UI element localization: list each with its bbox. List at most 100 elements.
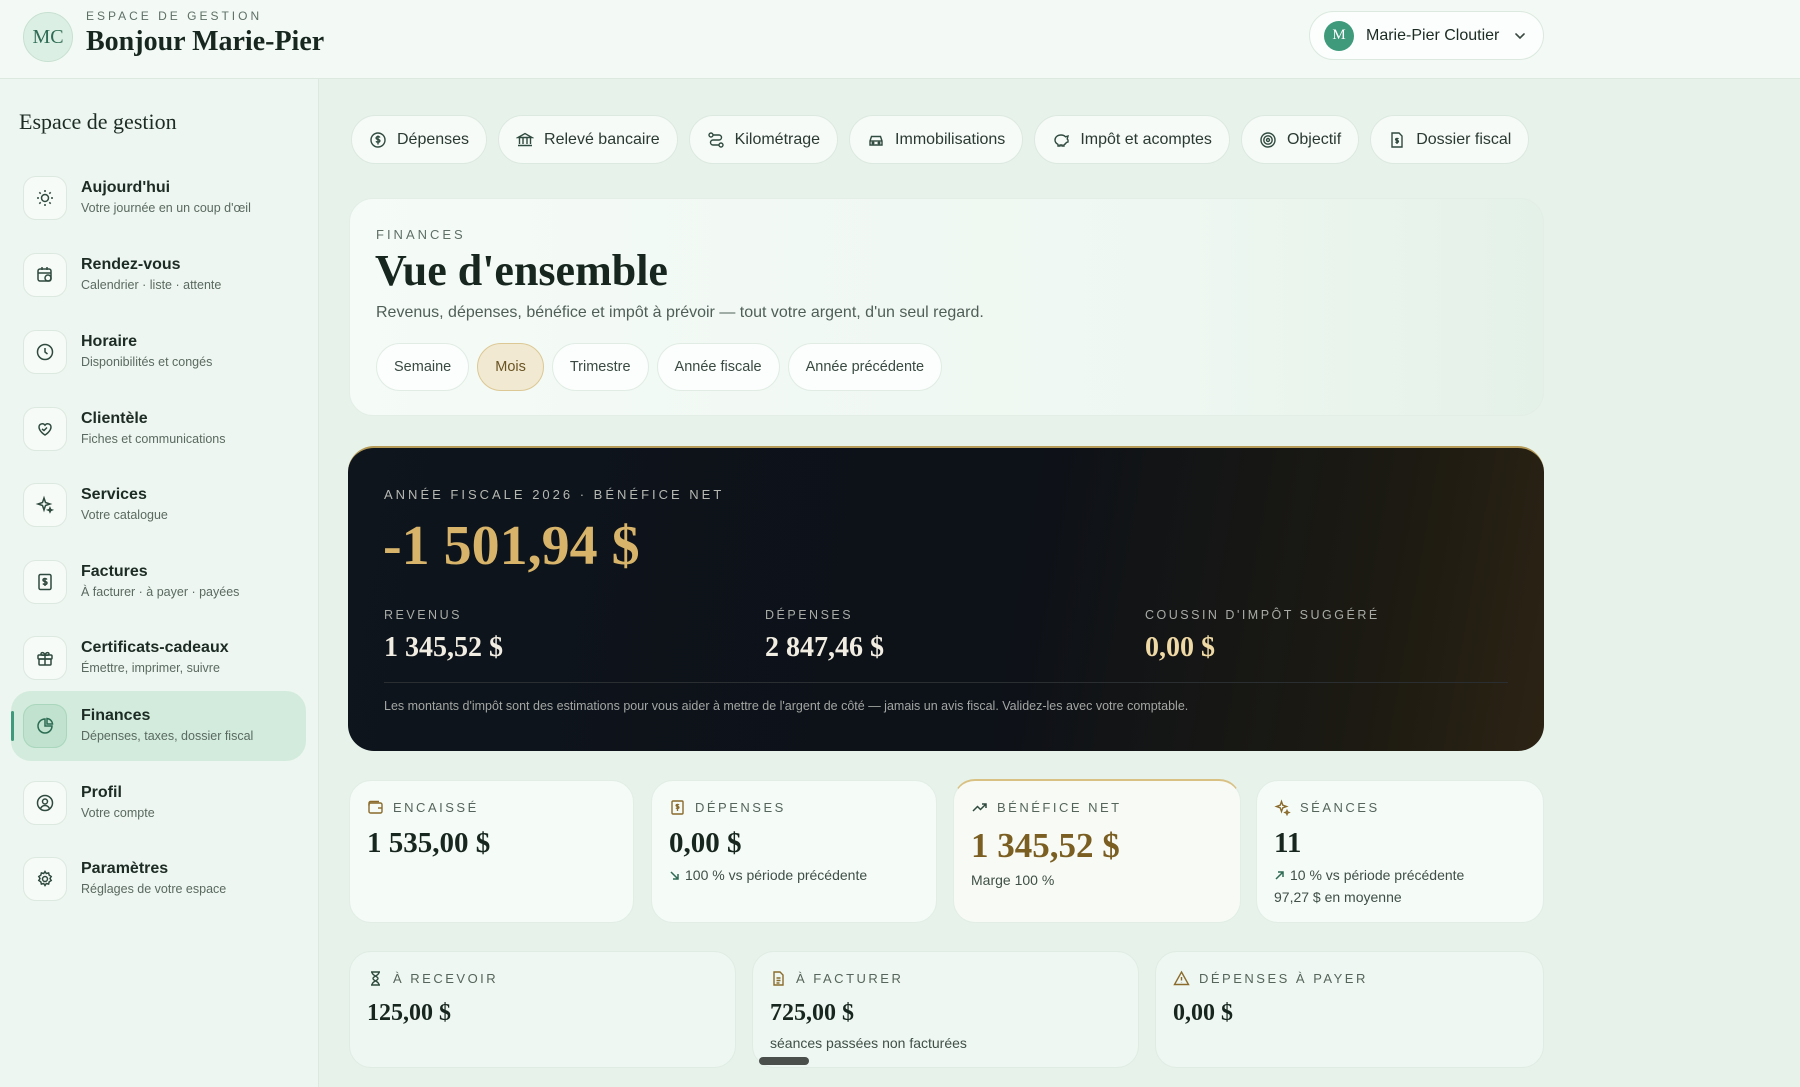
sidebar-item-sublabel: Émettre, imprimer, suivre bbox=[81, 661, 220, 675]
tab-label: Objectif bbox=[1286, 130, 1342, 148]
expenses-label: DÉPENSES bbox=[765, 608, 854, 622]
kpi-value: 1 535,00 $ bbox=[367, 827, 491, 859]
sidebar-item-clients[interactable]: Clientèle Fiches et communications bbox=[11, 394, 306, 464]
period-fiscal-year[interactable]: Année fiscale bbox=[656, 343, 780, 391]
kpi-trend: 100 % vs période précédente bbox=[669, 867, 867, 883]
greeting-title: Bonjour Marie-Pier bbox=[86, 26, 325, 57]
period-quarter[interactable]: Trimestre bbox=[551, 343, 649, 391]
tab-label: Kilométrage bbox=[734, 130, 821, 148]
kpi-header: BÉNÉFICE NET bbox=[971, 799, 1122, 816]
period-previous-year[interactable]: Année précédente bbox=[787, 343, 943, 391]
sidebar-item-invoices[interactable]: Factures À facturer · à payer · payées bbox=[11, 547, 306, 617]
arrow-up-right-icon bbox=[1275, 870, 1284, 880]
tab-fixed-assets[interactable]: Immobilisations bbox=[849, 115, 1024, 164]
tab-tax-installments[interactable]: Impôt et acomptes bbox=[1034, 115, 1230, 164]
kpi-header: DÉPENSES bbox=[669, 799, 786, 816]
tax-cushion-stat: COUSSIN D'IMPÔT SUGGÉRÉ 0,00 $ bbox=[1145, 608, 1380, 664]
target-icon bbox=[1260, 131, 1276, 148]
sidebar-item-today[interactable]: Aujourd'hui Votre journée en un coup d'œ… bbox=[11, 163, 306, 233]
period-week[interactable]: Semaine bbox=[376, 343, 470, 391]
kpi-label: SÉANCES bbox=[1300, 800, 1380, 815]
bank-icon bbox=[516, 132, 535, 146]
brand-avatar: MC bbox=[23, 12, 73, 62]
revenue-value: 1 345,52 $ bbox=[384, 632, 503, 663]
kpi-trend-text: 10 % vs période précédente bbox=[1290, 867, 1465, 883]
tab-label: Relevé bancaire bbox=[544, 130, 660, 148]
sidebar-item-schedule[interactable]: Horaire Disponibilités et congés bbox=[11, 317, 306, 387]
sidebar-item-sublabel: Votre catalogue bbox=[81, 508, 168, 522]
payable-expenses-card: DÉPENSES À PAYER 0,00 $ bbox=[1155, 951, 1544, 1068]
kpi-value: 1 345,52 $ bbox=[971, 826, 1120, 865]
trending-up-icon bbox=[972, 803, 987, 812]
sidebar-title: Espace de gestion bbox=[19, 109, 177, 134]
tab-goal[interactable]: Objectif bbox=[1240, 115, 1360, 164]
net-profit-amount: -1 501,94 $ bbox=[383, 515, 640, 577]
sidebar-item-settings[interactable]: Paramètres Réglages de votre espace bbox=[11, 844, 306, 914]
piggy-bank-icon bbox=[1054, 133, 1070, 147]
sidebar: Espace de gestion Aujourd'hui Votre jour… bbox=[0, 79, 319, 1087]
user-circle-icon bbox=[23, 781, 67, 825]
sidebar-item-profile[interactable]: Profil Votre compte bbox=[11, 768, 306, 838]
chevron-down-icon bbox=[1515, 32, 1526, 39]
expenses-value: 2 847,46 $ bbox=[765, 632, 884, 663]
tab-tax-file[interactable]: Dossier fiscal bbox=[1370, 115, 1530, 164]
tax-cushion-value: 0,00 $ bbox=[1145, 632, 1215, 663]
tab-bank-statement[interactable]: Relevé bancaire bbox=[498, 115, 678, 164]
sidebar-item-sublabel: Dépenses, taxes, dossier fiscal bbox=[81, 729, 254, 743]
invoice-icon bbox=[23, 560, 67, 604]
kpi-collected-card: ENCAISSÉ 1 535,00 $ bbox=[349, 780, 634, 923]
clock-icon bbox=[23, 330, 67, 374]
tab-label: Impôt et acomptes bbox=[1080, 130, 1212, 148]
tab-expenses[interactable]: Dépenses bbox=[351, 115, 488, 164]
file-dollar-icon bbox=[1391, 131, 1403, 148]
sidebar-item-label: Aujourd'hui bbox=[81, 179, 171, 196]
user-menu-button[interactable]: M Marie-Pier Cloutier bbox=[1309, 11, 1544, 60]
kpi-margin: Marge 100 % bbox=[971, 872, 1055, 888]
sidebar-item-services[interactable]: Services Votre catalogue bbox=[11, 470, 306, 540]
sidebar-item-label: Certificats-cadeaux bbox=[81, 639, 229, 656]
sparkles-icon bbox=[1274, 799, 1291, 816]
kpi-label: DÉPENSES bbox=[695, 800, 786, 815]
sidebar-item-label: Services bbox=[81, 486, 147, 503]
receipt-dollar-icon bbox=[671, 800, 684, 815]
card-value: 0,00 $ bbox=[1173, 1000, 1233, 1026]
fiscal-summary-card: ANNÉE FISCALE 2026 · BÉNÉFICE NET -1 501… bbox=[348, 446, 1544, 751]
sun-icon bbox=[23, 176, 67, 220]
page-title: Vue d'ensemble bbox=[375, 246, 668, 295]
kpi-trend-text: 100 % vs période précédente bbox=[685, 867, 868, 883]
sparkles-icon bbox=[23, 483, 67, 527]
period-selector: Semaine Mois Trimestre Année fiscale Ann… bbox=[376, 343, 943, 391]
brand-eyebrow: ESPACE DE GESTION bbox=[86, 9, 263, 23]
sidebar-item-finances[interactable]: Finances Dépenses, taxes, dossier fiscal bbox=[11, 691, 306, 761]
sidebar-item-label: Rendez-vous bbox=[81, 256, 181, 273]
tab-label: Immobilisations bbox=[895, 130, 1006, 148]
overview-header-card: FINANCES Vue d'ensemble Revenus, dépense… bbox=[349, 198, 1544, 416]
sidebar-item-sublabel: Calendrier · liste · attente bbox=[81, 278, 222, 292]
dollar-circle-icon bbox=[370, 131, 386, 148]
card-value: 125,00 $ bbox=[367, 1000, 451, 1026]
period-month[interactable]: Mois bbox=[477, 343, 544, 391]
sidebar-item-label: Finances bbox=[81, 707, 151, 724]
tab-mileage[interactable]: Kilométrage bbox=[688, 115, 839, 164]
warning-icon bbox=[1173, 970, 1190, 986]
sidebar-item-appointments[interactable]: Rendez-vous Calendrier · liste · attente bbox=[11, 240, 306, 310]
kpi-trend: 10 % vs période précédente bbox=[1274, 867, 1464, 883]
horizontal-scrollbar[interactable] bbox=[759, 1057, 809, 1065]
document-icon bbox=[773, 971, 784, 986]
user-avatar: M bbox=[1324, 20, 1354, 51]
sidebar-item-label: Paramètres bbox=[81, 860, 169, 877]
tab-label: Dépenses bbox=[397, 130, 470, 148]
section-eyebrow: FINANCES bbox=[376, 227, 466, 242]
kpi-sessions-card: SÉANCES 11 10 % vs période précédente 97… bbox=[1256, 780, 1544, 923]
sidebar-item-sublabel: Votre compte bbox=[81, 806, 155, 820]
pie-chart-icon bbox=[23, 704, 67, 748]
kpi-header: SÉANCES bbox=[1274, 799, 1380, 816]
kpi-value: 11 bbox=[1274, 827, 1302, 859]
sidebar-item-sublabel: Réglages de votre espace bbox=[81, 882, 227, 896]
tax-disclaimer: Les montants d'impôt sont des estimation… bbox=[384, 699, 1189, 713]
sidebar-item-gift-certificates[interactable]: Certificats-cadeaux Émettre, imprimer, s… bbox=[11, 623, 306, 693]
sidebar-item-sublabel: Fiches et communications bbox=[81, 432, 226, 446]
sidebar-item-sublabel: Disponibilités et congés bbox=[81, 355, 213, 369]
gift-icon bbox=[23, 636, 67, 680]
kpi-expenses-card: DÉPENSES 0,00 $ 100 % vs période précéde… bbox=[651, 780, 937, 923]
